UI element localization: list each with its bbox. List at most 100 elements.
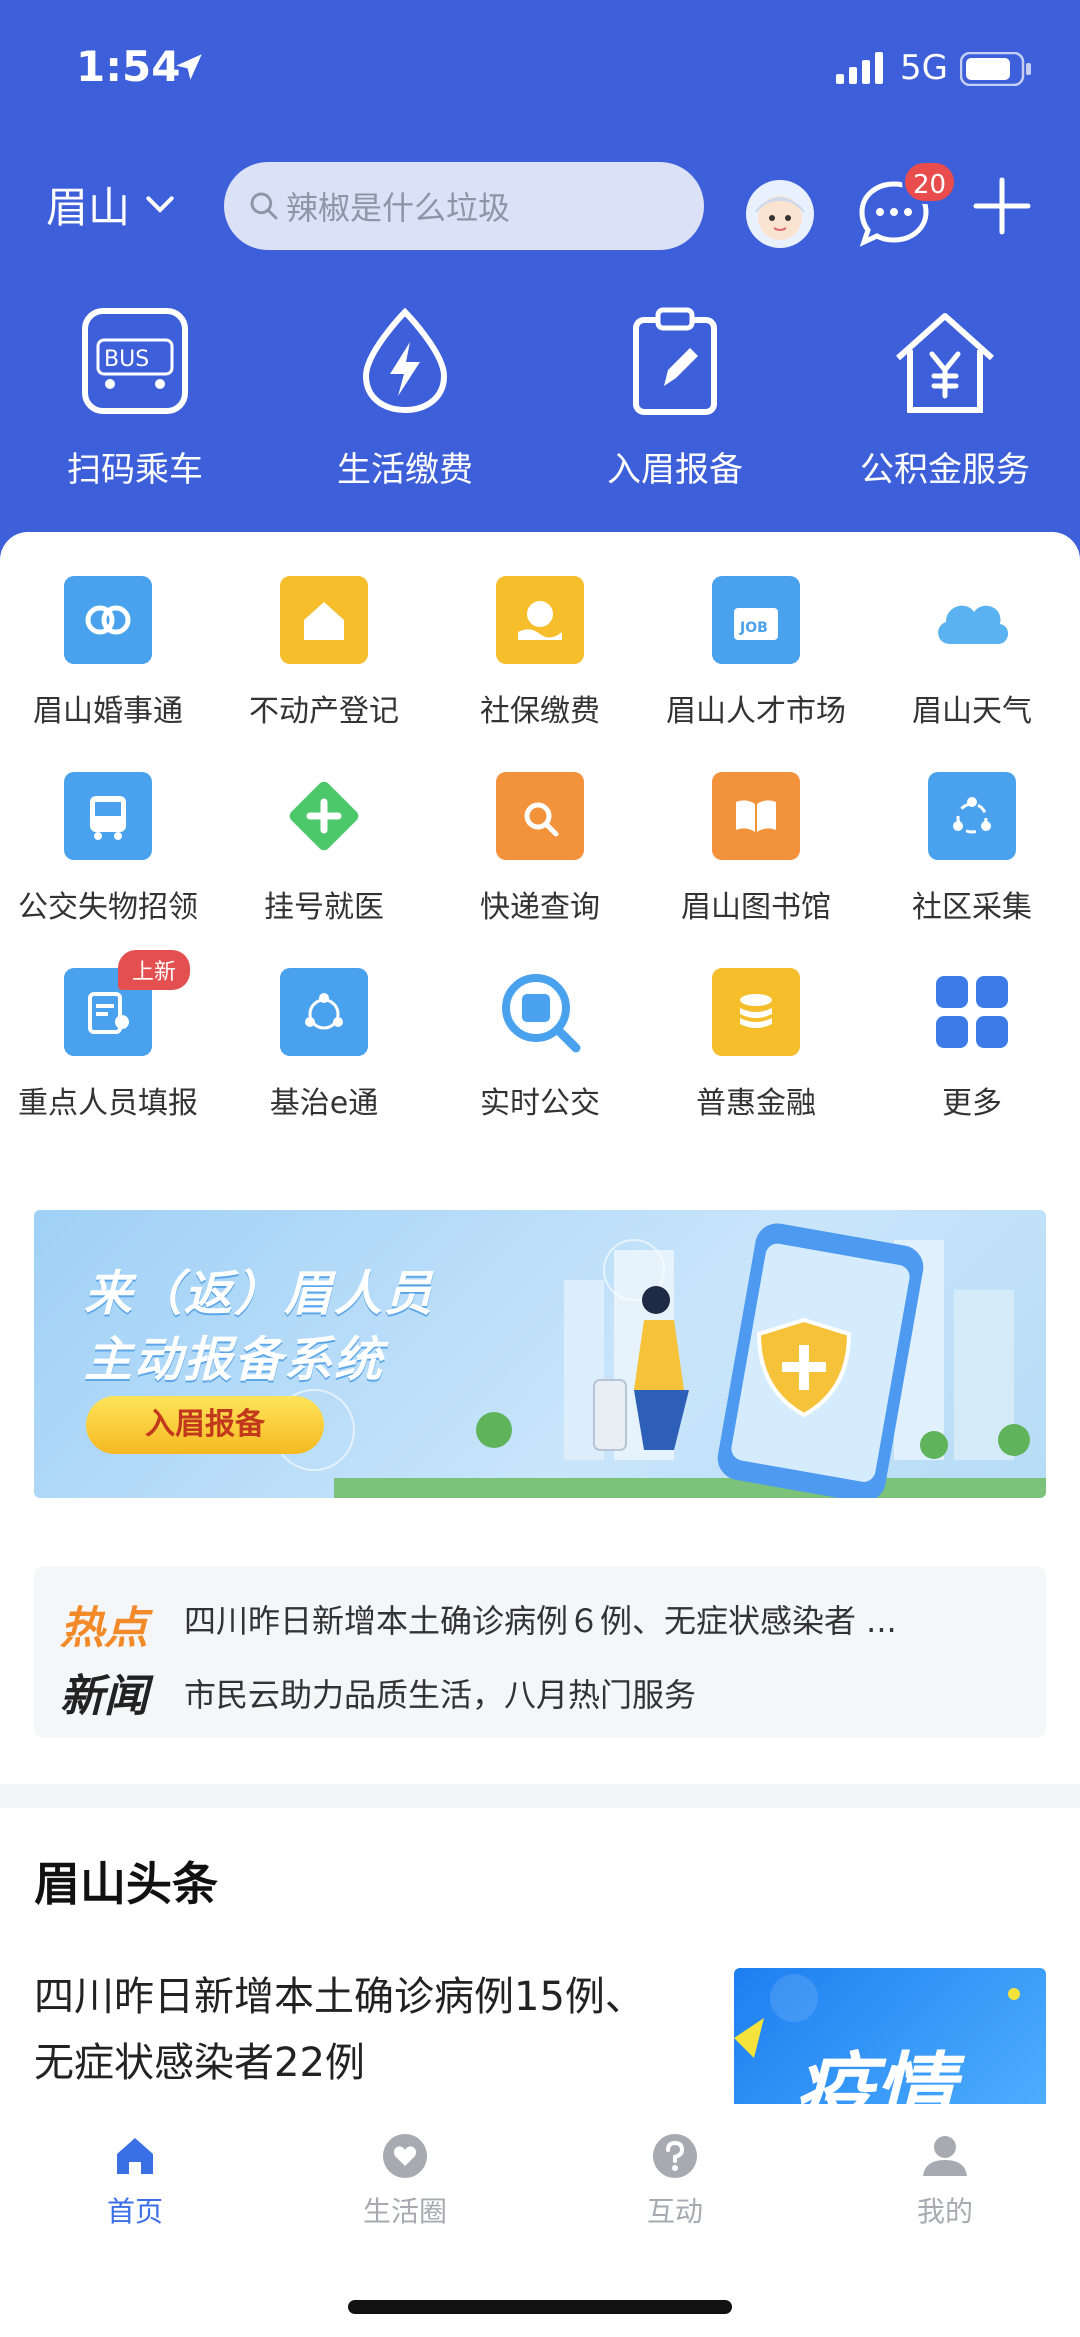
headlines-title: 眉山头条 bbox=[34, 1857, 218, 1911]
cloud-icon bbox=[928, 576, 1016, 664]
quick-action-housing-fund[interactable]: 公积金服务 bbox=[810, 306, 1080, 506]
tab-life[interactable]: 生活圈 bbox=[270, 2132, 540, 2230]
banner-report-button[interactable]: 入眉报备 bbox=[86, 1396, 324, 1454]
promo-banner[interactable]: 来（返）眉人员 主动报备系统 入眉报备 bbox=[34, 1210, 1046, 1498]
clipboard-pen-icon bbox=[633, 307, 717, 415]
service-marriage[interactable]: 眉山婚事通 bbox=[0, 576, 216, 772]
chevron-down-icon bbox=[146, 195, 174, 213]
marriage-icon bbox=[64, 576, 152, 664]
service-key-personnel[interactable]: 上新 重点人员填报 bbox=[0, 950, 216, 1164]
quick-actions: BUS 扫码乘车 生活缴费 入眉报备 公积金服务 bbox=[0, 306, 1080, 506]
signal-icon bbox=[836, 52, 883, 84]
community-icon bbox=[928, 772, 1016, 860]
assistant-avatar-icon[interactable] bbox=[744, 178, 816, 250]
service-library[interactable]: 眉山图书馆 bbox=[648, 772, 864, 968]
status-time: 1:54 bbox=[76, 42, 181, 91]
service-label: 基治e通 bbox=[269, 1086, 379, 1121]
service-label: 快递查询 bbox=[480, 890, 600, 925]
service-weather[interactable]: 眉山天气 bbox=[864, 576, 1080, 772]
service-bus-lost-found[interactable]: 公交失物招领 bbox=[0, 772, 216, 968]
battery-icon bbox=[960, 52, 1031, 86]
location-arrow-icon bbox=[176, 54, 202, 80]
tab-label: 生活圈 bbox=[362, 2195, 447, 2228]
book-icon bbox=[712, 772, 800, 860]
message-badge: 20 bbox=[902, 160, 958, 204]
hot-news-tag-bottom: 新闻 bbox=[60, 1671, 148, 1722]
service-label: 更多 bbox=[942, 1086, 1002, 1121]
service-governance[interactable]: 基治e通 bbox=[216, 968, 432, 1164]
hot-news-tag-top: 热点 bbox=[60, 1603, 148, 1654]
search-placeholder: 辣椒是什么垃圾 bbox=[286, 189, 511, 227]
quick-action-report[interactable]: 入眉报备 bbox=[540, 306, 810, 506]
bus-icon bbox=[64, 772, 152, 860]
add-icon[interactable] bbox=[970, 174, 1034, 238]
service-community[interactable]: 社区采集 bbox=[864, 772, 1080, 968]
medical-cross-icon bbox=[280, 772, 368, 860]
service-hospital[interactable]: 挂号就医 bbox=[216, 772, 432, 968]
service-finance[interactable]: 普惠金融 bbox=[648, 968, 864, 1164]
service-express[interactable]: 快递查询 bbox=[432, 772, 648, 968]
quick-action-scan-bus[interactable]: BUS 扫码乘车 bbox=[0, 306, 270, 506]
social-security-icon bbox=[496, 576, 584, 664]
grid-icon bbox=[928, 968, 1016, 1056]
service-talent-market[interactable]: JOB 眉山人才市场 bbox=[648, 576, 864, 772]
quick-action-label: 生活缴费 bbox=[337, 450, 473, 490]
hot-news-item[interactable]: 四川昨日新增本土确诊病例６例、无症状感染者 ... bbox=[184, 1596, 897, 1642]
network-type: 5G bbox=[900, 48, 948, 88]
user-icon bbox=[923, 2136, 967, 2176]
question-icon bbox=[653, 2134, 697, 2178]
banner-title-line1: 来（返）眉人员 bbox=[84, 1266, 435, 1322]
headline-article[interactable]: 四川昨日新增本土确诊病例15例、无症状感染者22例 疫情 bbox=[0, 1938, 1080, 2128]
coins-icon bbox=[712, 968, 800, 1056]
service-label: 实时公交 bbox=[480, 1086, 600, 1121]
service-label: 眉山人才市场 bbox=[666, 694, 846, 729]
status-bar: 1:54 5G bbox=[0, 0, 1080, 140]
service-label: 眉山图书馆 bbox=[681, 890, 831, 925]
service-real-estate[interactable]: 不动产登记 bbox=[216, 576, 432, 772]
tab-label: 我的 bbox=[916, 2195, 973, 2228]
city-selector[interactable]: 眉山 bbox=[46, 174, 180, 235]
service-more[interactable]: 更多 bbox=[864, 968, 1080, 1164]
new-tag: 上新 bbox=[118, 950, 191, 990]
tab-label: 首页 bbox=[106, 2195, 163, 2228]
tab-mine[interactable]: 我的 bbox=[810, 2132, 1080, 2230]
city-name: 眉山 bbox=[46, 183, 131, 232]
package-search-icon bbox=[496, 772, 584, 860]
search-icon bbox=[250, 192, 278, 220]
bus-qr-icon: BUS bbox=[82, 308, 188, 414]
tab-interact[interactable]: 互动 bbox=[540, 2132, 810, 2230]
service-label: 不动产登记 bbox=[249, 694, 399, 729]
service-label: 眉山婚事通 bbox=[33, 694, 183, 729]
banner-title-line2: 主动报备系统 bbox=[84, 1332, 385, 1388]
bolt-drop-icon bbox=[362, 307, 448, 414]
home-indicator bbox=[348, 2300, 732, 2314]
home-icon bbox=[117, 2138, 153, 2174]
service-label: 重点人员填报 bbox=[18, 1086, 198, 1121]
service-social-security[interactable]: 社保缴费 bbox=[432, 576, 648, 772]
service-label: 社保缴费 bbox=[480, 694, 600, 729]
hot-news-item[interactable]: 市民云助力品质生活，八月热门服务 bbox=[184, 1670, 696, 1716]
job-icon: JOB bbox=[712, 576, 800, 664]
governance-icon bbox=[280, 968, 368, 1056]
bus-search-icon bbox=[496, 968, 584, 1056]
service-label: 眉山天气 bbox=[912, 694, 1032, 729]
quick-action-label: 扫码乘车 bbox=[67, 450, 203, 490]
house-yen-icon bbox=[896, 313, 994, 413]
service-label: 挂号就医 bbox=[264, 890, 384, 925]
tab-label: 互动 bbox=[646, 2195, 703, 2228]
service-label: 公交失物招领 bbox=[18, 890, 198, 925]
top-bar: 眉山 辣椒是什么垃圾 20 bbox=[0, 150, 1080, 260]
search-input[interactable]: 辣椒是什么垃圾 bbox=[224, 162, 704, 250]
service-grid: 眉山婚事通 不动产登记 社保缴费 JOB 眉山人才市场 眉山天气 公交失物招领 … bbox=[0, 576, 1080, 1164]
quick-action-label: 入眉报备 bbox=[607, 450, 743, 490]
quick-action-label: 公积金服务 bbox=[860, 450, 1030, 490]
svg-text:BUS: BUS bbox=[104, 347, 149, 372]
heart-icon bbox=[383, 2134, 427, 2178]
quick-action-utilities[interactable]: 生活缴费 bbox=[270, 306, 540, 506]
service-label: 社区采集 bbox=[912, 890, 1032, 925]
tab-home[interactable]: 首页 bbox=[0, 2132, 270, 2230]
hot-news[interactable]: 热点 新闻 四川昨日新增本土确诊病例６例、无症状感染者 ... 市民云助力品质生… bbox=[34, 1566, 1046, 1738]
service-realtime-bus[interactable]: 实时公交 bbox=[432, 968, 648, 1164]
svg-text:JOB: JOB bbox=[739, 620, 768, 636]
real-estate-icon bbox=[280, 576, 368, 664]
